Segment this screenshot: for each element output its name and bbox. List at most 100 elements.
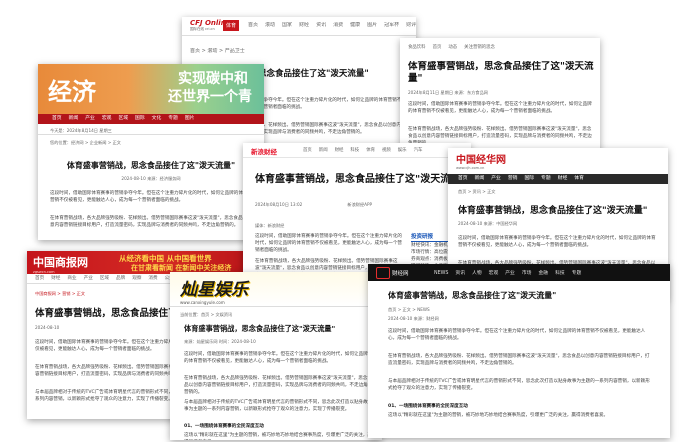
section-heading: 01、一场围绕体育赛事的全民深度互动 xyxy=(388,404,468,409)
nav-item[interactable]: 国际 xyxy=(135,114,145,124)
nav-item[interactable]: 滚动 xyxy=(265,22,275,29)
nav-item[interactable]: 营销 xyxy=(508,174,518,184)
article-meta: 2024年08月10日 13:02 xyxy=(255,202,303,207)
nav-item[interactable]: 宏观 xyxy=(102,114,112,124)
nav-item[interactable]: 品牌 xyxy=(116,274,125,283)
nav-item[interactable]: 资讯 xyxy=(455,269,465,276)
article-meta: 来源：灿星娱乐网 时间：2024-08-10 xyxy=(184,339,256,344)
nav-item[interactable]: 消费 xyxy=(148,274,157,283)
article-title: 体育盛事营销战，思念食品接住了这"泼天流量" xyxy=(66,161,236,170)
article-title: 体育盛事营销战，思念食品接住了这"泼天流量" xyxy=(408,61,594,84)
article-meta: 2024年8月11日 星期日 来源：东方食品网 xyxy=(408,90,488,95)
nav-item[interactable]: 产业 xyxy=(505,269,515,276)
article-paragraph: 在体育营销战场，各大品牌强势吸粉、花样频出。借势营销国际赛事这波"泼天流量"，思… xyxy=(50,216,252,228)
top-nav: NEWS 资讯 人物 宏观 产业 市场 金融 科技 专题 xyxy=(434,269,588,276)
breadcrumb: 当前位置：首页 > 文娱资讯 xyxy=(180,312,233,317)
nav-item[interactable]: 观察 xyxy=(132,274,141,283)
article-canxing: 灿星娱乐 www.canxingyule.com 当前位置：首页 > 文娱资讯 … xyxy=(170,272,382,440)
site-logo[interactable]: 经济 xyxy=(48,72,96,107)
nav-item[interactable]: 宏观 xyxy=(489,269,499,276)
nav-item[interactable]: 金融 xyxy=(538,269,548,276)
site-logo[interactable]: 中国商报网 zgswcn.com xyxy=(33,254,88,274)
nav-item[interactable]: 财经 xyxy=(558,174,568,184)
banner-text: 还世界一个青 xyxy=(168,89,252,105)
nav-item[interactable]: 专题 xyxy=(541,174,551,184)
nav-item[interactable]: 新闻 xyxy=(319,147,328,154)
nav-item[interactable]: 首页 xyxy=(248,22,258,29)
top-nav: 首页 新闻 财经 科技 体育 视频 娱乐 汽车 xyxy=(303,147,429,154)
nav-item[interactable]: 产业 xyxy=(491,174,501,184)
nav-item[interactable]: 文化 xyxy=(152,114,162,124)
site-logo[interactable]: 灿星娱乐 www.canxingyule.com xyxy=(180,275,248,305)
breadcrumb: 首页 > 正文 > NEWS xyxy=(388,307,430,312)
nav-item[interactable]: 产业 xyxy=(85,114,95,124)
site-logo[interactable]: 新浪财经 xyxy=(251,146,277,156)
article-paragraph: 在体育营销战场，各大品牌强势吸粉、花样频出。借势营销国际赛事这波"泼天流量"，思… xyxy=(184,376,372,395)
article-meta: 2024-08-10 来源：财经网 xyxy=(388,316,439,321)
article-paragraph: 这段时间，借助国际体育赛事的营销争夺今年。但在这个注重力碎片化的时代，如何让品牌… xyxy=(255,234,403,253)
section-heading: 01、一场围绕体育赛事的全民深度互动 xyxy=(184,424,264,429)
nav-item[interactable]: 图片 xyxy=(185,114,195,124)
section-tag[interactable]: 体育 xyxy=(223,20,240,31)
nav-item[interactable]: 商业 xyxy=(67,274,76,283)
nav-item[interactable]: 财经 xyxy=(51,274,60,283)
article-paragraph: 这场以"精彩就在这里"为主题的营销，被巧妙地巧妙地结合赛事热度，引爆更广泛的关注… xyxy=(184,433,372,438)
article-date: 2024-08-10 来源：中国经华网 xyxy=(458,221,518,226)
article-dark: 财经网 NEWS 资讯 人物 宏观 产业 市场 金融 科技 专题 体育盛事营销战，思念食品接住了… xyxy=(368,264,670,438)
nav-item[interactable]: 资讯 xyxy=(316,22,326,29)
nav-item[interactable]: 区域 xyxy=(118,114,128,124)
nav-item[interactable]: NEWS xyxy=(434,271,448,276)
nav-item[interactable]: 新闻 xyxy=(475,174,485,184)
nav-item[interactable]: 首页 xyxy=(458,174,468,184)
nav-item[interactable]: 区域 xyxy=(100,274,109,283)
nav-item[interactable]: 娱乐 xyxy=(398,147,407,154)
article-date: 2024-08-10 来源：经济服务网 xyxy=(121,176,181,181)
app-link[interactable]: 新浪财经APP xyxy=(347,201,372,208)
article-jingji: 经济 实现碳中和 还世界一个青 首页 新闻 产业 宏观 区域 国际 文化 专题 图片 今天是：2… xyxy=(38,64,264,240)
nav-item[interactable]: 视频 xyxy=(382,147,391,154)
nav-item[interactable]: 关注营销的思念 xyxy=(464,44,495,51)
nav-item[interactable]: 食品饮料 xyxy=(408,44,426,51)
nav-item[interactable]: 首页 xyxy=(52,114,62,124)
nav-item[interactable]: 体育 xyxy=(574,174,584,184)
breadcrumb: 首页 > 滚动 > 产品卫士 xyxy=(190,48,245,54)
nav-item[interactable]: 首页 xyxy=(303,147,312,154)
top-nav: 首页 新闻 产业 宏观 区域 国际 文化 专题 图片 xyxy=(38,114,264,124)
nav-item[interactable]: 市场 xyxy=(522,269,532,276)
nav-item[interactable]: 冠军杯 xyxy=(384,22,399,29)
nav-item[interactable]: 财经 xyxy=(299,22,309,29)
date-bar: 今天是：2024年8月14日 星期三 xyxy=(50,128,112,133)
nav-item[interactable]: 人物 xyxy=(472,269,482,276)
article-title: 体育盛事营销战，思念食品接住了这"泼天流量" xyxy=(184,324,336,333)
nav-item[interactable]: 消费 xyxy=(333,22,343,29)
nav-item[interactable]: 体育 xyxy=(366,147,375,154)
nav-item[interactable]: 图片 xyxy=(367,22,377,29)
article-paragraph: 在体育营销战场，各大品牌强势吸粉、花样频出。借势营销国际赛事这波"泼天流量"，思… xyxy=(388,354,650,366)
nav-item[interactable]: 专题 xyxy=(572,269,582,276)
nav-item[interactable]: 健康 xyxy=(350,22,360,29)
article-paragraph: 这段时间，借助国际体育赛事的营销争夺今年。但在这个注重力碎片化的时代，如何让品牌… xyxy=(50,191,248,203)
breadcrumb: 首页 > 资讯 > 正文 xyxy=(458,189,496,194)
nav-item[interactable]: 科技 xyxy=(350,147,359,154)
nav-item[interactable]: 汽车 xyxy=(414,147,423,154)
nav-item[interactable]: 首页 xyxy=(433,44,442,51)
nav-item[interactable]: 产业 xyxy=(84,274,93,283)
article-title: 体育盛事营销战，思念食品接住了这"泼天流量" xyxy=(388,291,557,300)
banner: 经济 实现碳中和 还世界一个青 xyxy=(38,64,264,114)
nav-item[interactable]: 财评 xyxy=(406,22,416,29)
nav-item[interactable]: 专题 xyxy=(168,114,178,124)
top-nav: 首页 新闻 产业 营销 国际 专题 财经 体育 xyxy=(448,174,668,184)
article-paragraph: 这场以"精彩就在这里"为主题的营销，被巧妙地巧妙地结合赛事热度，引爆更广泛的关注… xyxy=(388,413,609,418)
nav-item[interactable]: 财经 xyxy=(335,147,344,154)
nav-item[interactable]: 科技 xyxy=(555,269,565,276)
top-nav: 首页 滚动 国家 财经 资讯 消费 健康 图片 冠军杯 财评 xyxy=(248,22,416,29)
nav-item[interactable]: 新闻 xyxy=(69,114,79,124)
nav-item[interactable]: 动态 xyxy=(448,44,457,51)
site-logo[interactable]: 中国经华网 www.cjh.com.cn xyxy=(456,151,506,170)
article-media: 媒体：新浪财经 xyxy=(255,223,285,228)
nav-item[interactable]: 国际 xyxy=(524,174,534,184)
article-paragraph: 这段时间，借助国际体育赛事的营销争夺今年。但在这个注重力碎片化的时代，如何让品牌… xyxy=(408,102,592,114)
nav-item[interactable]: 首页 xyxy=(35,274,44,283)
nav-item[interactable]: 国家 xyxy=(282,22,292,29)
site-logo[interactable] xyxy=(376,267,390,279)
